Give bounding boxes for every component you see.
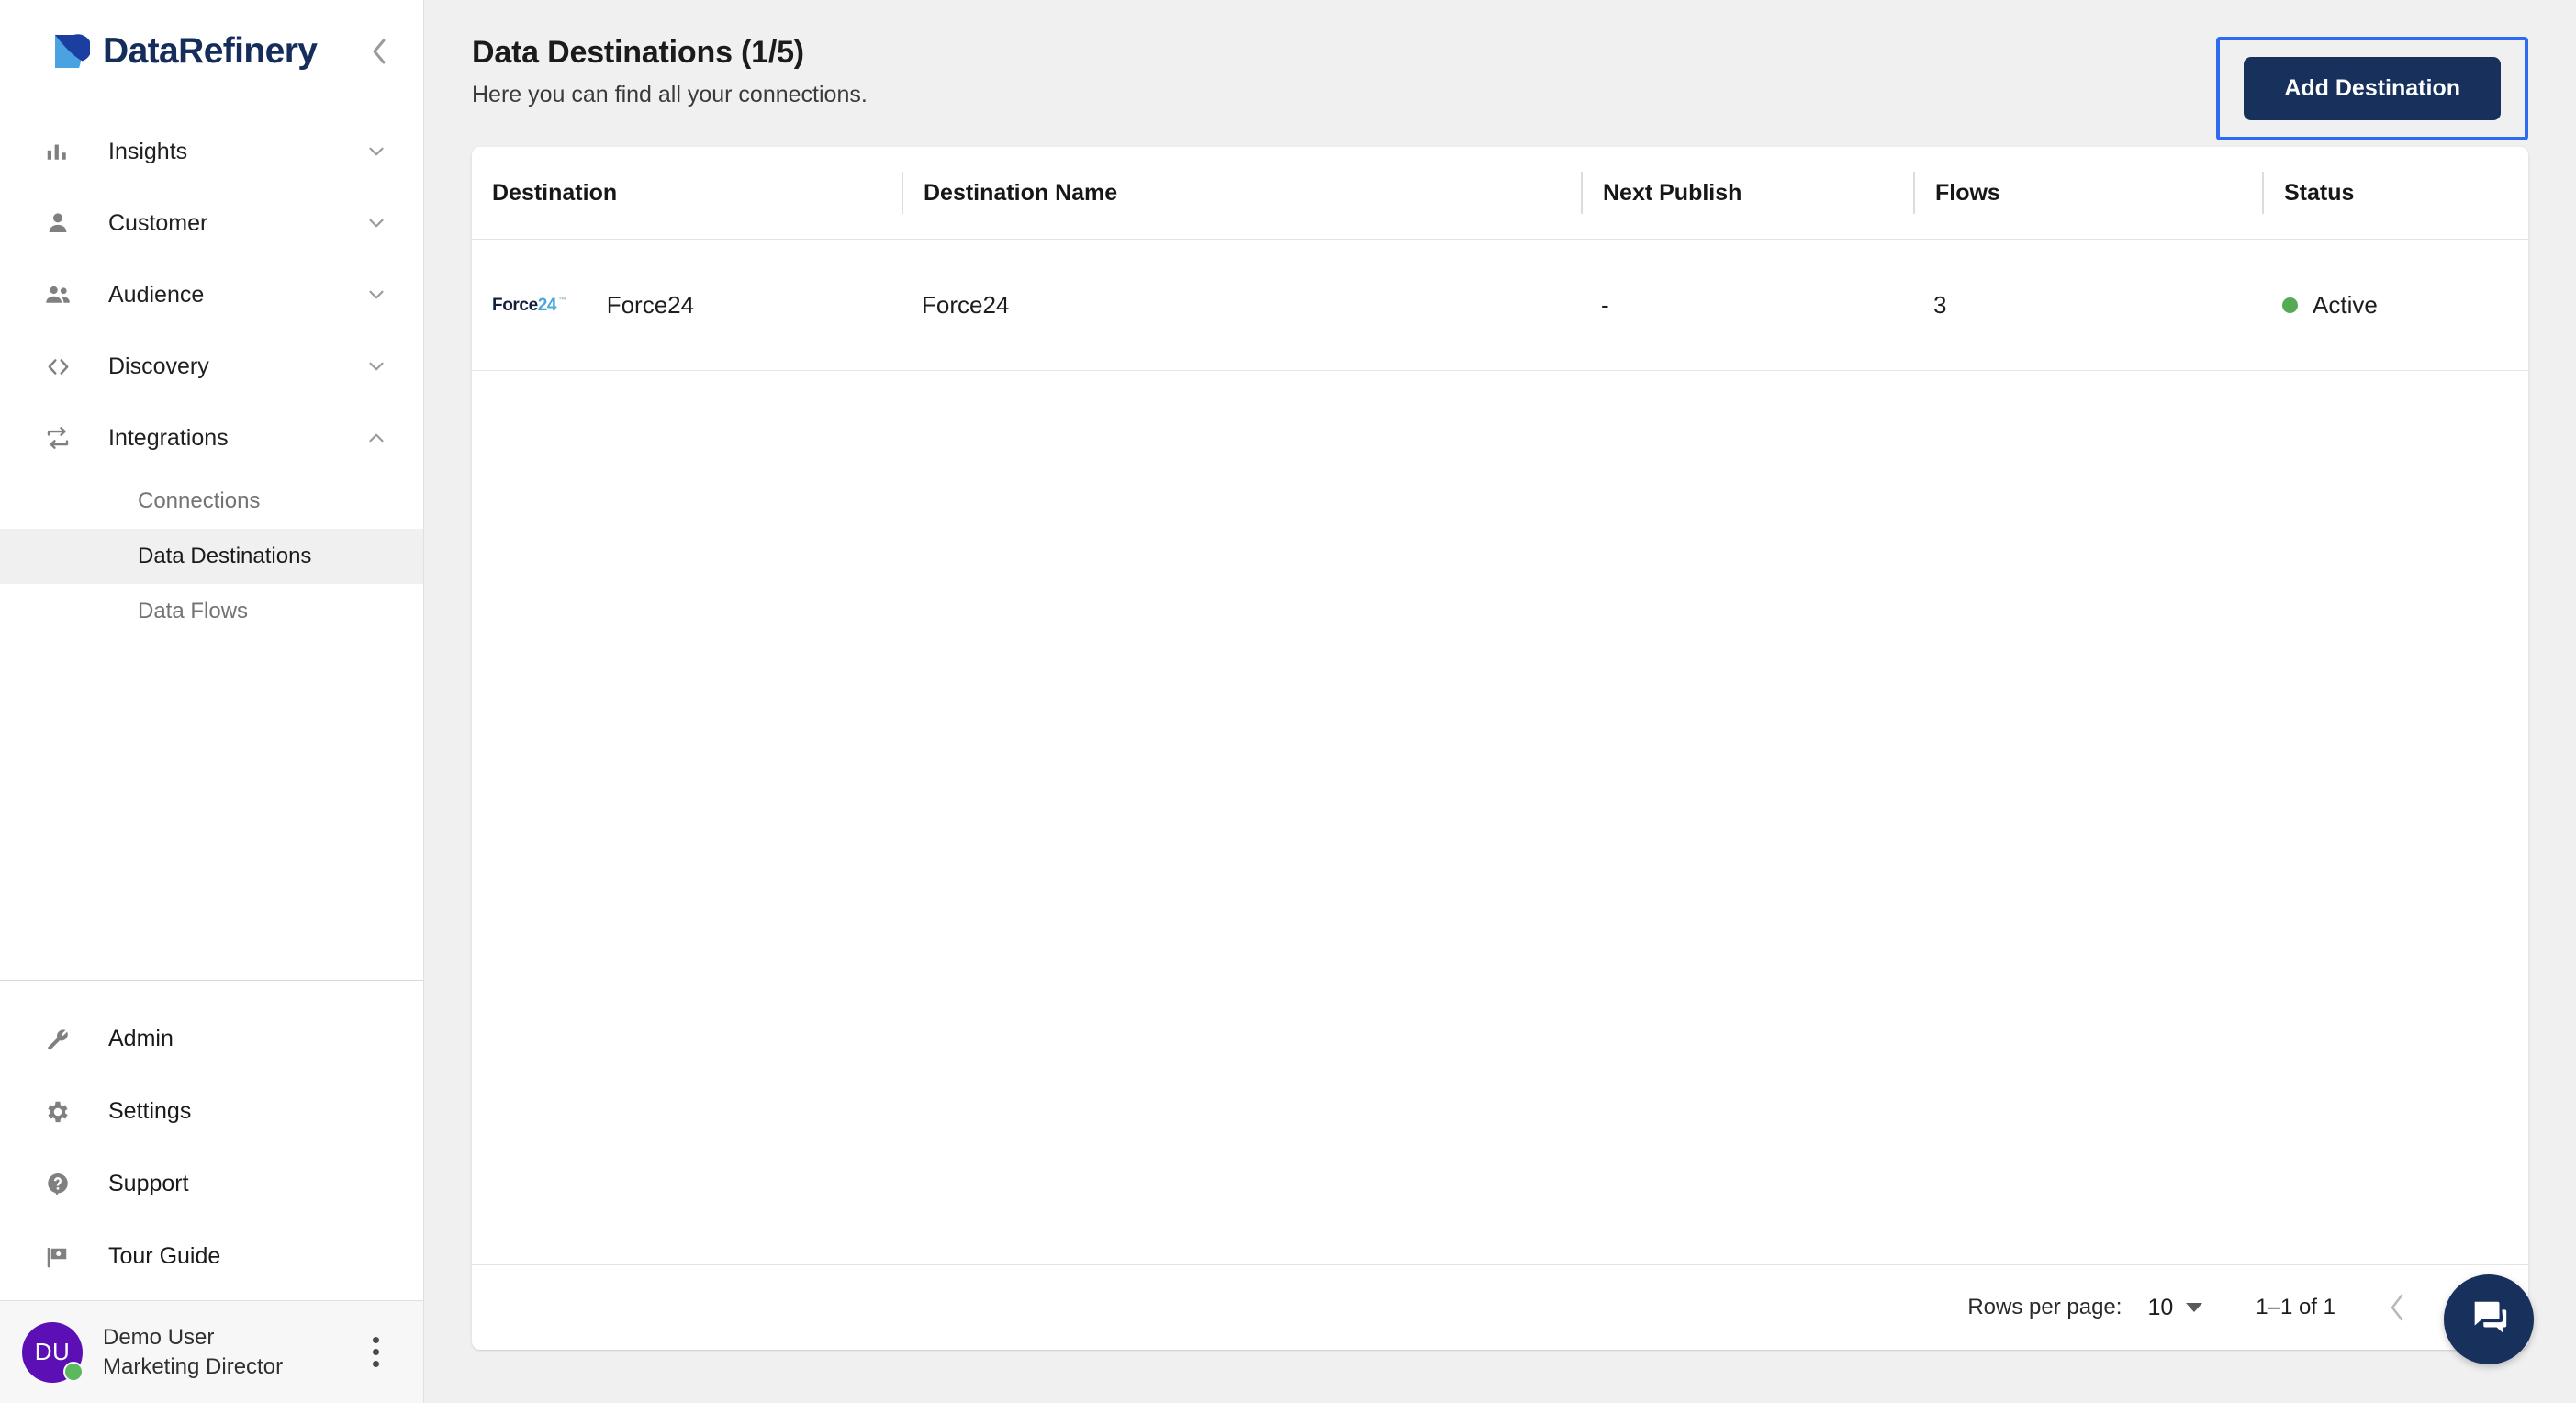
trademark-icon: ™ [558, 295, 566, 305]
user-role: Marketing Director [103, 1353, 284, 1379]
sidebar-item-audience[interactable]: Audience [0, 259, 423, 331]
gear-icon [44, 1098, 83, 1126]
sidebar-item-label: Admin [108, 1026, 174, 1051]
previous-page-button[interactable] [2378, 1287, 2418, 1328]
cell-destination-name: Force24 [922, 290, 1010, 319]
sidebar-item-support[interactable]: Support [0, 1148, 423, 1220]
chevron-down-icon[interactable] [364, 354, 388, 378]
cell-next-publish: - [1601, 290, 1609, 319]
app-root: DataRefinery Insights Customer Audience … [0, 0, 2576, 1403]
sync-arrows-icon [44, 424, 83, 452]
sidebar-item-data-flows[interactable]: Data Flows [0, 584, 423, 639]
table-row[interactable]: Force 24 ™ Force24 Force24 - 3 Active [472, 240, 2528, 371]
status-dot-icon [2282, 297, 2298, 313]
cell-status: Active [2262, 291, 2528, 320]
status-badge: Active [2313, 290, 2378, 319]
brand-name: DataRefinery [103, 31, 318, 71]
cell-flows: 3 [1933, 290, 1947, 319]
person-icon [44, 209, 83, 237]
column-header-destination-name[interactable]: Destination Name [902, 172, 1581, 214]
chevron-down-icon[interactable] [364, 283, 388, 307]
sidebar-item-label: Customer [108, 209, 208, 236]
sidebar-item-discovery[interactable]: Discovery [0, 331, 423, 402]
sidebar-item-label: Integrations [108, 424, 229, 451]
chevron-down-icon[interactable] [364, 211, 388, 235]
secondary-nav: Admin Settings Support Tour Guide [0, 981, 423, 1300]
sidebar-item-tour-guide[interactable]: Tour Guide [0, 1220, 423, 1293]
online-status-indicator [63, 1361, 84, 1382]
avatar: DU [22, 1321, 84, 1383]
page-subtitle: Here you can find all your connections. [472, 82, 868, 107]
rows-per-page-value: 10 [2147, 1294, 2174, 1320]
sidebar-item-integrations[interactable]: Integrations [0, 402, 423, 474]
datarefinery-logo-icon [51, 32, 92, 71]
rows-per-page-select[interactable]: 10 [2147, 1294, 2203, 1321]
destinations-table-card: Destination Destination Name Next Publis… [472, 147, 2528, 1350]
sidebar-item-label: Audience [108, 281, 205, 308]
wrench-icon [44, 1026, 83, 1053]
page-header-text: Data Destinations (1/5) Here you can fin… [472, 35, 868, 108]
code-brackets-icon [44, 353, 83, 381]
brand-row: DataRefinery [0, 0, 423, 103]
subnav-item-label: Data Destinations [138, 544, 312, 568]
sidebar-item-label: Support [108, 1171, 189, 1196]
sidebar-item-insights[interactable]: Insights [0, 116, 423, 187]
page-header: Data Destinations (1/5) Here you can fin… [465, 0, 2536, 147]
flag-icon [44, 1243, 83, 1271]
force24-logo-text-a: Force [492, 295, 538, 315]
sidebar-item-connections[interactable]: Connections [0, 474, 423, 529]
table-header-row: Destination Destination Name Next Publis… [472, 147, 2528, 240]
sidebar-collapse-button[interactable] [361, 33, 398, 70]
bar-chart-icon [44, 138, 83, 165]
help-circle-icon [44, 1171, 83, 1198]
sidebar-item-customer[interactable]: Customer [0, 187, 423, 259]
table-footer-pagination: Rows per page: 10 1–1 of 1 [472, 1264, 2528, 1350]
people-icon [44, 281, 83, 309]
cell-destination: Force 24 ™ Force24 [472, 291, 902, 320]
add-destination-button[interactable]: Add Destination [2244, 57, 2501, 120]
user-info: Demo User Marketing Director [103, 1325, 283, 1380]
sidebar-item-label: Settings [108, 1098, 192, 1124]
main-content: Data Destinations (1/5) Here you can fin… [424, 0, 2576, 1403]
chevron-down-icon[interactable] [364, 140, 388, 163]
column-header-flows[interactable]: Flows [1913, 172, 2262, 214]
sidebar-item-settings[interactable]: Settings [0, 1075, 423, 1148]
chevron-down-icon [2186, 1303, 2203, 1312]
chat-support-button[interactable] [2444, 1274, 2534, 1364]
header-actions: Add Destination [2216, 37, 2528, 140]
column-header-destination[interactable]: Destination [472, 172, 902, 214]
column-header-next-publish[interactable]: Next Publish [1581, 172, 1913, 214]
kebab-menu-icon[interactable] [355, 1332, 396, 1373]
pagination-range-label: 1–1 of 1 [2256, 1295, 2335, 1319]
primary-nav: Insights Customer Audience Discovery Int… [0, 103, 423, 645]
rows-per-page-label: Rows per page: [1967, 1295, 2122, 1319]
sidebar: DataRefinery Insights Customer Audience … [0, 0, 424, 1403]
sidebar-item-data-destinations[interactable]: Data Destinations [0, 529, 423, 584]
force24-logo-text-b: 24 [537, 295, 557, 315]
chat-forum-icon [2468, 1296, 2510, 1343]
sidebar-item-label: Tour Guide [108, 1243, 221, 1269]
page-title: Data Destinations (1/5) [472, 35, 804, 70]
column-header-status[interactable]: Status [2262, 172, 2528, 214]
sidebar-item-admin[interactable]: Admin [0, 1003, 423, 1075]
add-destination-focus-ring: Add Destination [2216, 37, 2528, 140]
force24-logo-icon: Force 24 ™ [492, 295, 566, 315]
user-name: Demo User [103, 1324, 215, 1350]
subnav-item-label: Connections [138, 488, 261, 513]
table-body: Force 24 ™ Force24 Force24 - 3 Active [472, 240, 2528, 1264]
destination-label: Force24 [606, 290, 695, 319]
integrations-submenu: Connections Data Destinations Data Flows [0, 474, 423, 645]
chevron-up-icon[interactable] [364, 426, 388, 450]
sidebar-item-label: Insights [108, 138, 188, 164]
sidebar-item-label: Discovery [108, 353, 209, 379]
user-profile-footer[interactable]: DU Demo User Marketing Director [0, 1300, 423, 1403]
subnav-item-label: Data Flows [138, 599, 249, 623]
